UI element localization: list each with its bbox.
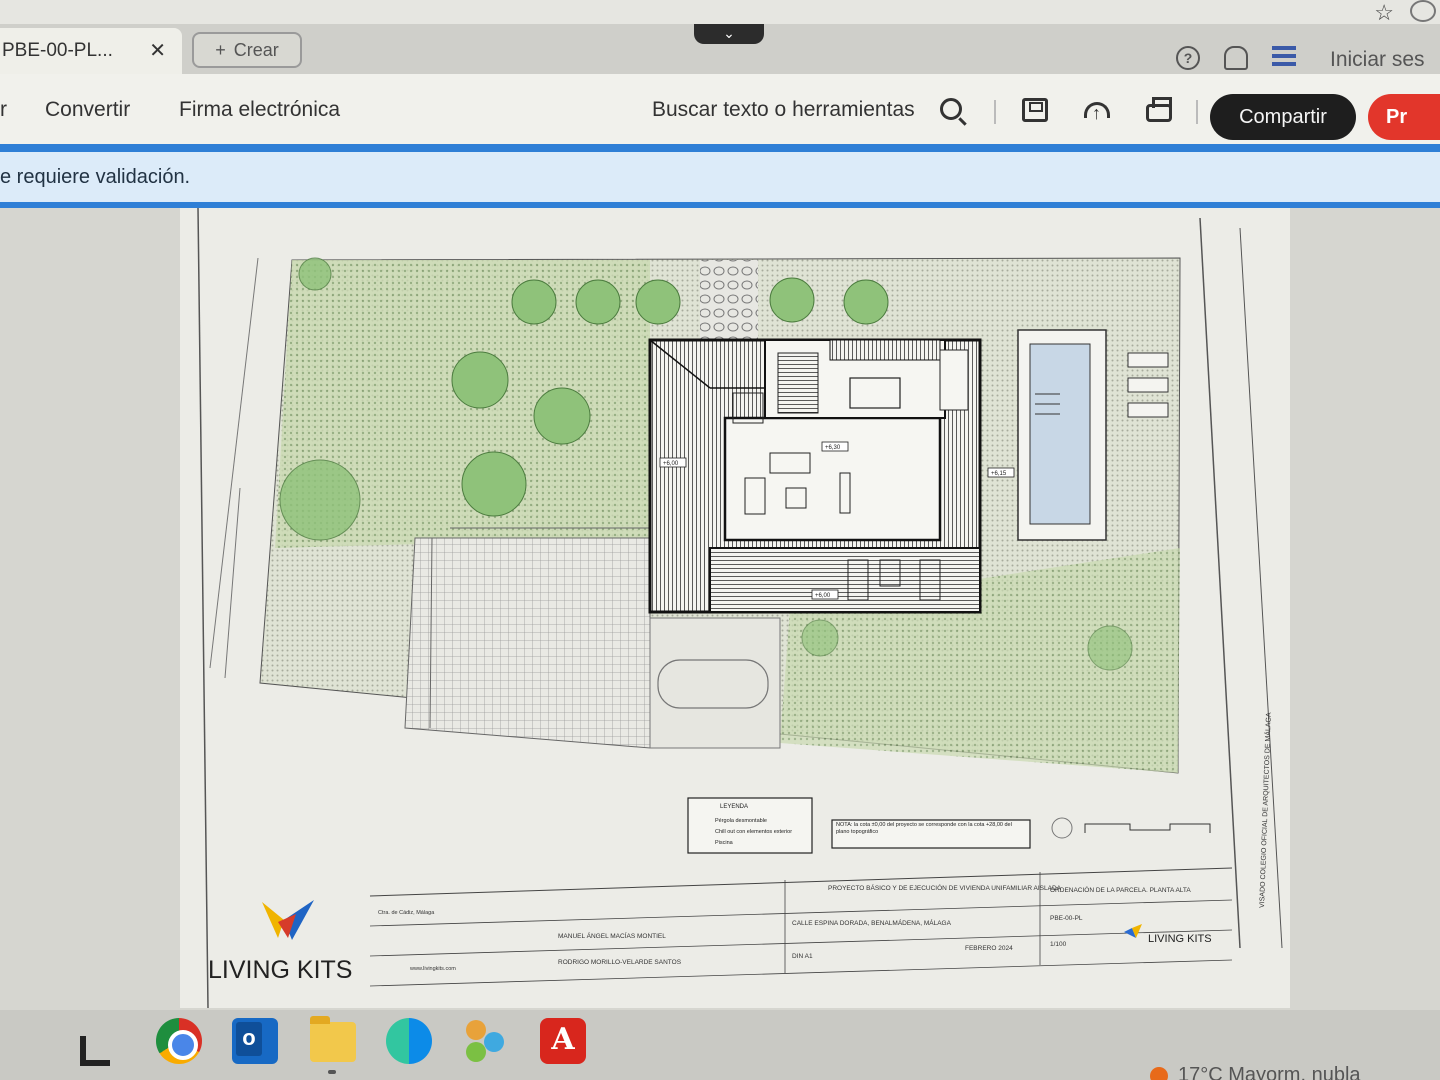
legend-title: LEYENDA bbox=[720, 804, 748, 810]
save-icon[interactable] bbox=[1022, 98, 1048, 122]
level-tag: +6,00 bbox=[663, 461, 679, 467]
main-toolbar: r Convertir Firma electrónica Buscar tex… bbox=[0, 74, 1440, 144]
cloud-upload-icon[interactable] bbox=[1084, 102, 1110, 124]
print-icon[interactable] bbox=[1146, 97, 1172, 122]
browser-top-strip: ☆ bbox=[0, 0, 1440, 26]
level-tag: +6,15 bbox=[991, 471, 1007, 477]
file-explorer-icon[interactable] bbox=[310, 1016, 356, 1062]
tab-title: PBE-00-PL... bbox=[2, 40, 113, 61]
legend-item: Piscina bbox=[715, 840, 734, 846]
banner-message: e requiere validación. bbox=[0, 166, 191, 188]
apps-grid-icon[interactable] bbox=[1272, 46, 1296, 70]
sheet-format: DIN A1 bbox=[792, 953, 813, 960]
convert-menu[interactable]: Convertir bbox=[45, 98, 130, 122]
toolbar-cut-item[interactable]: r bbox=[0, 98, 7, 122]
sheet-title: ORDENACIÓN DE LA PARCELA. PLANTA ALTA bbox=[1050, 885, 1191, 894]
weather-text: 17°C Mayorm. nubla bbox=[1178, 1064, 1361, 1080]
esign-menu[interactable]: Firma electrónica bbox=[179, 98, 340, 122]
windows-taskbar: 17°C Mayorm. nubla bbox=[0, 1010, 1440, 1080]
request-signature-button[interactable]: Pr bbox=[1368, 94, 1440, 140]
extensions-icon[interactable] bbox=[1410, 0, 1436, 22]
plus-icon: + bbox=[215, 39, 226, 60]
help-icon[interactable]: ? bbox=[1176, 46, 1200, 70]
banner-body: e requiere validación. bbox=[0, 152, 1440, 202]
house-footprint bbox=[648, 338, 982, 614]
search-tools-label[interactable]: Buscar texto o herramientas bbox=[652, 98, 915, 122]
company-address: Ctra. de Cádiz, Málaga bbox=[378, 910, 435, 916]
document-viewer[interactable]: +6,00 +6,30 +6,15 +6,00 LEYENDA Pérgola … bbox=[0, 208, 1440, 1010]
document-tab[interactable]: PBE-00-PL... ✕ bbox=[0, 28, 182, 74]
side-label: VISADO COLEGIO OFICIAL DE ARQUITECTOS DE… bbox=[1257, 712, 1273, 908]
architect-name: RODRIGO MORILLO-VELARDE SANTOS bbox=[558, 959, 682, 966]
tab-close-icon[interactable]: ✕ bbox=[149, 38, 166, 63]
sheet-number: PBE-00-PL bbox=[1050, 915, 1083, 922]
brand-wordmark: LIVING KITS bbox=[208, 956, 352, 984]
small-brand-text: LIVING KITS bbox=[1148, 933, 1212, 945]
level-tag: +6,00 bbox=[815, 593, 831, 599]
chrome-icon[interactable] bbox=[156, 1018, 202, 1064]
company-website: www.livingkits.com bbox=[409, 966, 456, 972]
active-app-indicator bbox=[328, 1070, 336, 1074]
validation-banner: e requiere validación. bbox=[0, 144, 1440, 208]
architect-name: MANUEL ÁNGEL MACÍAS MONTIEL bbox=[558, 931, 666, 940]
legend-item: Chill out con elementos exterior bbox=[715, 829, 792, 835]
task-view-icon[interactable] bbox=[80, 1036, 110, 1066]
project-location: CALLE ESPINA DORADA, BENALMÁDENA, MÁLAGA bbox=[792, 918, 952, 927]
elevation-note: NOTA: la cota ±0,00 del proyecto se corr… bbox=[836, 822, 1012, 835]
favorite-star-icon[interactable]: ☆ bbox=[1374, 0, 1394, 26]
sheet-date: FEBRERO 2024 bbox=[965, 945, 1013, 952]
living-kits-logo: LIVING KITS bbox=[208, 900, 352, 984]
tab-bar: PBE-00-PL... ✕ + Crear ⌄ ? Iniciar ses bbox=[0, 24, 1440, 74]
pdf-page: +6,00 +6,30 +6,15 +6,00 LEYENDA Pérgola … bbox=[180, 208, 1290, 1008]
toolbar-divider bbox=[994, 100, 996, 124]
level-tag: +6,30 bbox=[825, 445, 841, 451]
legend-item: Pérgola desmontable bbox=[715, 818, 767, 824]
collapse-toolbar-toggle[interactable]: ⌄ bbox=[694, 24, 764, 44]
outlook-icon[interactable] bbox=[232, 1018, 278, 1064]
copilot-icon[interactable] bbox=[462, 1018, 508, 1064]
search-icon[interactable] bbox=[940, 98, 962, 120]
share-button[interactable]: Compartir bbox=[1210, 94, 1356, 140]
notifications-bell-icon[interactable] bbox=[1224, 46, 1248, 70]
weather-widget[interactable]: 17°C Mayorm. nubla bbox=[1150, 1064, 1361, 1080]
weather-sun-icon bbox=[1150, 1066, 1168, 1080]
edge-icon[interactable] bbox=[386, 1018, 432, 1064]
site-plan-drawing: +6,00 +6,30 +6,15 +6,00 LEYENDA Pérgola … bbox=[197, 208, 1283, 1008]
create-button[interactable]: + Crear bbox=[192, 32, 302, 68]
create-button-label: Crear bbox=[233, 39, 279, 60]
north-arrow-icon bbox=[1051, 817, 1073, 839]
sheet-scale: 1/100 bbox=[1050, 941, 1067, 948]
acrobat-icon[interactable] bbox=[540, 1018, 586, 1064]
project-title: PROYECTO BÁSICO Y DE EJECUCIÓN DE VIVIEN… bbox=[828, 883, 1062, 892]
toolbar-divider bbox=[1196, 100, 1198, 124]
signin-link[interactable]: Iniciar ses bbox=[1330, 48, 1440, 72]
